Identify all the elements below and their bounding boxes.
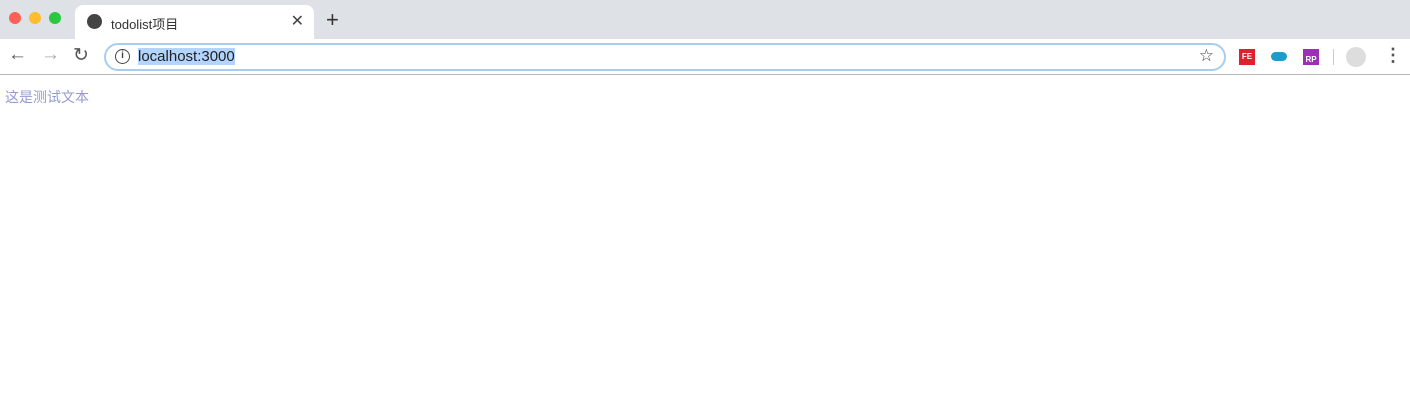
cloud-extension-icon[interactable]: [1271, 52, 1287, 61]
close-window-button[interactable]: [9, 12, 21, 24]
globe-icon: [87, 14, 102, 29]
info-icon[interactable]: i: [115, 49, 130, 64]
profile-avatar[interactable]: [1346, 47, 1366, 67]
forward-button[interactable]: →: [41, 44, 60, 66]
new-tab-button[interactable]: +: [326, 7, 339, 33]
url-text[interactable]: localhost:3000: [138, 48, 235, 65]
reload-button[interactable]: ↻: [73, 44, 89, 67]
close-tab-icon[interactable]: ✕: [291, 11, 304, 31]
menu-kebab-icon[interactable]: ⋮: [1384, 45, 1402, 66]
test-text: 这是测试文本: [5, 89, 89, 105]
rp-extension-icon[interactable]: RP: [1303, 49, 1319, 65]
minimize-window-button[interactable]: [29, 12, 41, 24]
fe-extension-icon[interactable]: FE: [1239, 49, 1255, 65]
bookmark-star-icon[interactable]: ☆: [1199, 46, 1214, 66]
toolbar-divider: [1333, 49, 1334, 65]
address-bar[interactable]: i localhost:3000 ☆: [104, 43, 1226, 71]
back-button[interactable]: ←: [8, 44, 27, 66]
maximize-window-button[interactable]: [49, 12, 61, 24]
toolbar: ← → ↻ i localhost:3000 ☆ FE RP ⋮: [0, 39, 1410, 75]
browser-tab[interactable]: todolist项目 ✕: [75, 5, 314, 39]
tab-bar: todolist项目 ✕ +: [0, 0, 1410, 39]
tab-title: todolist项目: [111, 17, 179, 32]
